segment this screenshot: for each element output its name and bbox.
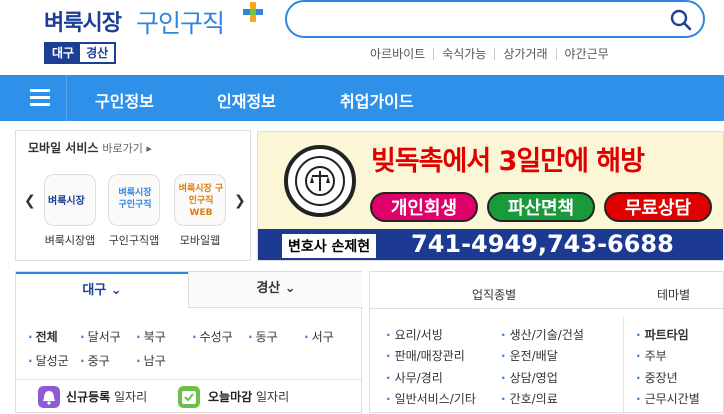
hamburger-menu-icon[interactable]	[30, 89, 50, 107]
tab-daegu[interactable]: 대구 ⌄	[16, 272, 188, 308]
mobile-service-title-text: 모바일 서비스	[28, 141, 99, 155]
new-jobs-link[interactable]: 신규등록 일자리	[66, 388, 147, 405]
app-label: 벼룩시장앱	[44, 234, 96, 247]
theme-link[interactable]: 근무시간별	[636, 390, 700, 407]
app-flea-market[interactable]: 벼룩시장 벼룩시장앱	[42, 174, 98, 248]
quick-links: 아르바이트 숙식가능 상가거래 야간근무	[362, 48, 617, 60]
app-label: 구인구직앱	[108, 234, 160, 247]
district-link[interactable]: · 달서구	[80, 328, 121, 345]
region-selector[interactable]: 대구 경산	[44, 42, 117, 64]
quick-link-night-work[interactable]: 야간근무	[555, 48, 617, 60]
column-divider	[623, 316, 624, 414]
industry-header[interactable]: 업직종별	[472, 286, 516, 303]
panel-divider	[16, 379, 363, 380]
nav-item-job-info[interactable]: 구인정보	[95, 88, 154, 112]
theme-link[interactable]: 중장년	[636, 369, 678, 386]
district-link[interactable]: · 남구	[136, 352, 166, 369]
banner-phone: 741-4949,743-6688	[411, 230, 674, 258]
region-primary[interactable]: 대구	[46, 44, 81, 62]
next-arrow-icon[interactable]: ❯	[234, 193, 246, 209]
quick-link-commercial[interactable]: 상가거래	[494, 48, 555, 60]
category-link[interactable]: 일반서비스/기타	[386, 390, 476, 407]
search-input[interactable]	[303, 10, 663, 28]
category-link[interactable]: 생산/기술/건설	[501, 326, 584, 343]
theme-link[interactable]: 주부	[636, 347, 667, 364]
logo-sub-text: 구인구직	[136, 9, 225, 38]
nav-item-talent-info[interactable]: 인재정보	[217, 88, 276, 112]
district-link[interactable]: · 달성군	[28, 352, 69, 369]
header-divider	[370, 308, 724, 309]
search-icon[interactable]	[669, 8, 693, 32]
mobile-service-more-link[interactable]: 바로가기 ▸	[102, 142, 152, 155]
banner-pill: 파산면책	[487, 192, 595, 222]
logo-main-text: 벼룩시장	[44, 11, 122, 36]
court-seal-icon	[284, 145, 356, 217]
category-link[interactable]: 간호/의료	[501, 390, 558, 407]
app-mobile-web[interactable]: 벼룩시장 구인구직 WEB 모바일웹	[172, 174, 228, 248]
banner-lawyer-name: 변호사 손제현	[282, 234, 377, 258]
plus-icon	[243, 2, 263, 22]
tab-gyeongsan[interactable]: 경산 ⌄	[188, 272, 363, 308]
flea-market-app-icon: 벼룩시장	[44, 174, 96, 226]
quick-link-part-time[interactable]: 아르바이트	[362, 48, 433, 60]
header: 벼룩시장 구인구직 대구 경산 아르바이트 숙식가능 상가거래 야간근무	[0, 0, 724, 75]
category-link[interactable]: 사무/경리	[386, 369, 443, 386]
category-link[interactable]: 운전/배달	[501, 347, 558, 364]
main-nav: 구인정보 인재정보 취업가이드	[0, 75, 724, 121]
quick-link-lodging[interactable]: 숙식가능	[433, 48, 494, 60]
calendar-check-icon	[178, 386, 200, 408]
district-link[interactable]: · 북구	[136, 328, 166, 345]
prev-arrow-icon[interactable]: ❮	[24, 193, 36, 209]
job-search-app-icon: 벼룩시장 구인구직	[108, 174, 160, 226]
category-link[interactable]: 판매/매장관리	[386, 347, 465, 364]
mobile-service-title: 모바일 서비스 바로가기 ▸	[28, 139, 152, 156]
banner-pill: 개인회생	[370, 192, 478, 222]
bell-icon	[38, 386, 60, 408]
theme-link[interactable]: 파트타임	[636, 326, 689, 343]
mobile-web-icon: 벼룩시장 구인구직 WEB	[174, 174, 226, 226]
district-link[interactable]: · 수성구	[192, 328, 233, 345]
app-label: 모바일웹	[179, 234, 221, 247]
app-job-search[interactable]: 벼룩시장 구인구직 구인구직앱	[106, 174, 162, 248]
theme-header[interactable]: 테마별	[657, 286, 690, 303]
mobile-service-panel: 모바일 서비스 바로가기 ▸ ❮ ❯ 벼룩시장 벼룩시장앱 벼룩시장 구인구직 구…	[15, 130, 251, 261]
region-secondary[interactable]: 경산	[80, 44, 115, 62]
district-link[interactable]: · 동구	[248, 328, 278, 345]
nav-item-career-guide[interactable]: 취업가이드	[340, 88, 414, 112]
district-link[interactable]: · 중구	[80, 352, 110, 369]
closing-today-link[interactable]: 오늘마감 일자리	[208, 388, 289, 405]
category-link[interactable]: 요리/서빙	[386, 326, 443, 343]
search-box	[285, 0, 705, 38]
banner-contact-bar: 변호사 손제현 741-4949,743-6688	[258, 229, 723, 260]
category-link[interactable]: 상담/영업	[501, 369, 558, 386]
category-panel: 업직종별 테마별 요리/서빙 판매/매장관리 사무/경리 일반서비스/기타 생산…	[369, 271, 724, 414]
district-link[interactable]: · 서구	[304, 328, 334, 345]
lawyer-ad-banner[interactable]: 빚독촉에서 3일만에 해방 개인회생 파산면책 무료상담 변호사 손제현 741…	[257, 131, 724, 261]
banner-headline: 빚독촉에서 3일만에 해방	[371, 146, 645, 177]
banner-pill: 무료상담	[604, 192, 712, 222]
location-panel: 대구 ⌄ 경산 ⌄ · 전체 · 달서구 · 북구 · 수성구 · 동구 · 서구 · 달성군…	[15, 271, 363, 413]
district-link[interactable]: · 전체	[28, 328, 58, 345]
nav-divider	[66, 75, 67, 121]
site-logo[interactable]: 벼룩시장 구인구직	[44, 2, 264, 38]
